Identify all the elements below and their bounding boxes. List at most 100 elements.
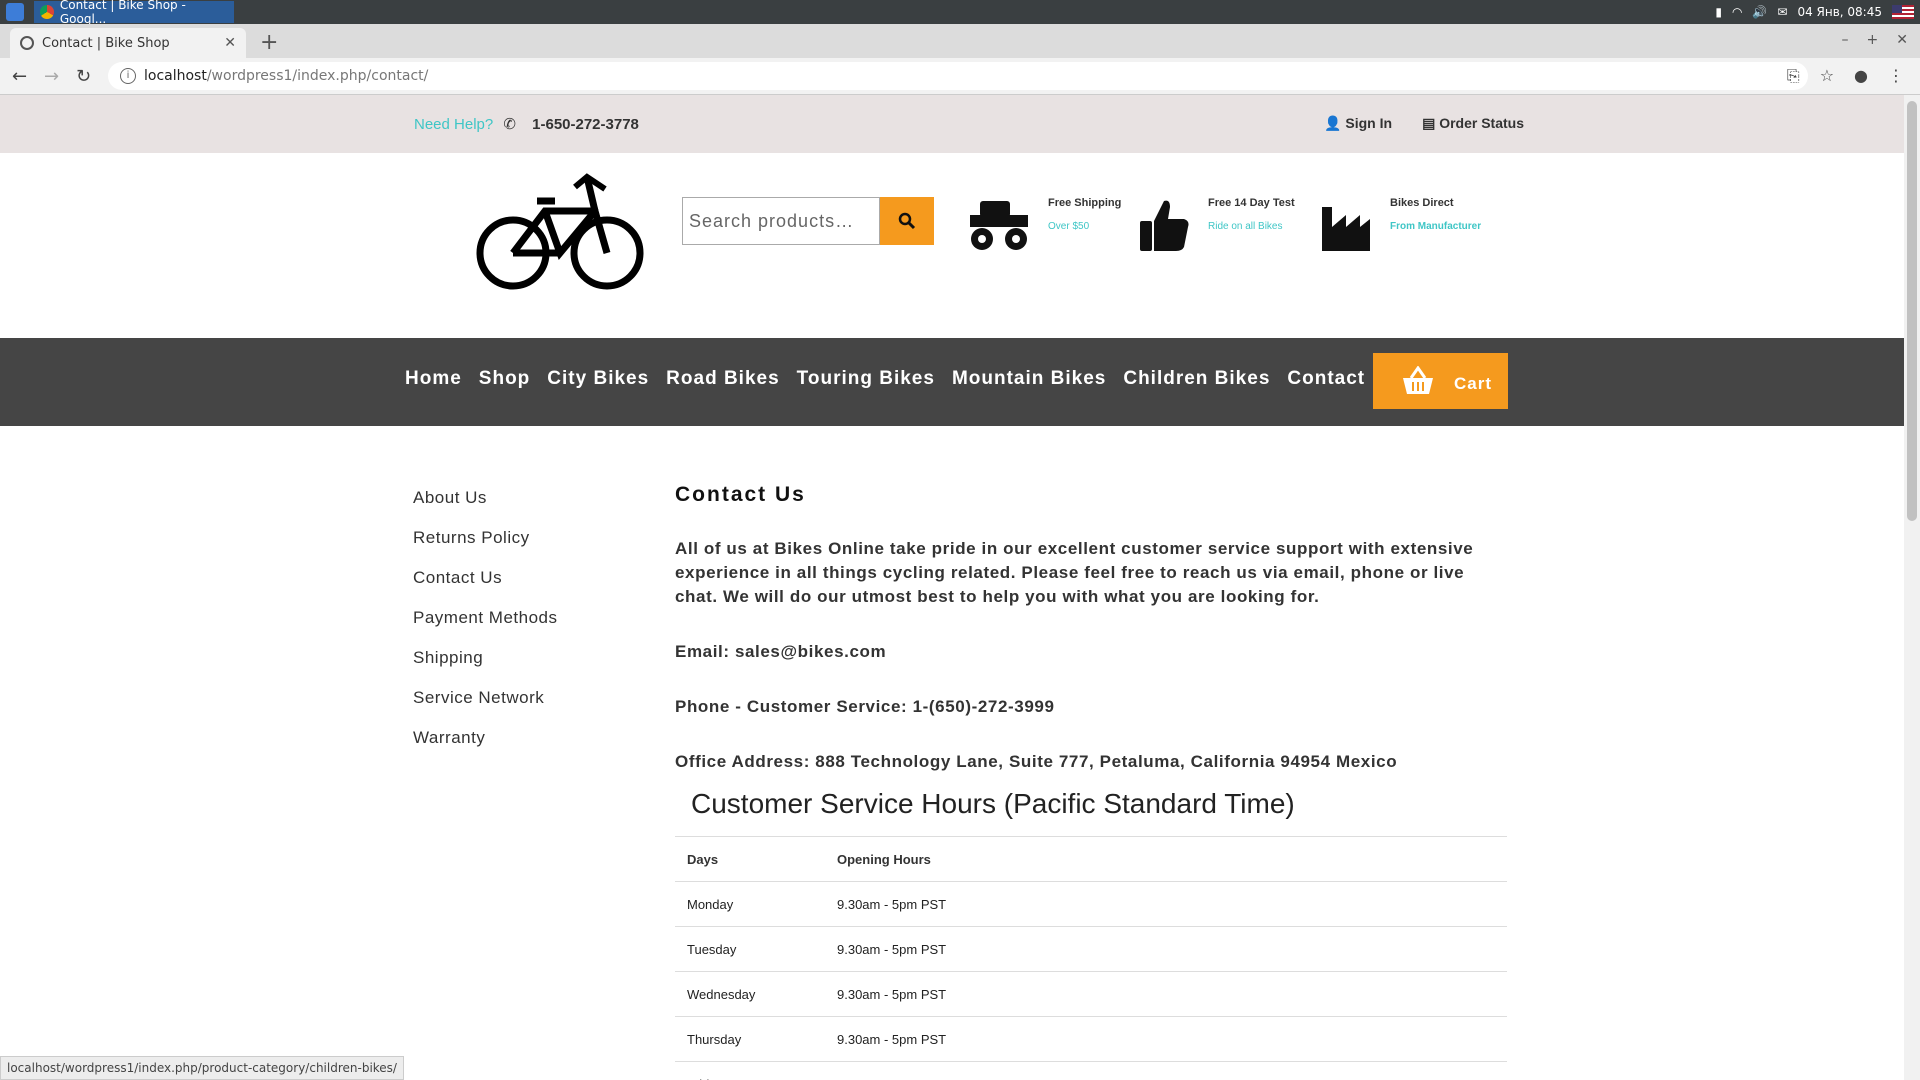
hours-cell: 9.30am - 5pm PST: [825, 1016, 1507, 1062]
main-navigation: Home Shop City Bikes Road Bikes Touring …: [0, 338, 1904, 426]
column-header-hours: Opening Hours: [825, 836, 1507, 882]
sidebar-menu: About Us Returns Policy Contact Us Payme…: [413, 488, 558, 768]
cart-button[interactable]: Cart: [1373, 353, 1508, 409]
day-cell: Thursday: [675, 1016, 825, 1062]
volume-icon[interactable]: 🔊: [1752, 5, 1767, 19]
feature-direct: Bikes Direct From Manufacturer: [1320, 197, 1481, 251]
thumbs-up-icon: [1140, 200, 1189, 251]
wifi-icon[interactable]: ◠: [1732, 5, 1742, 19]
phone-icon: ✆: [503, 116, 516, 133]
nav-home[interactable]: Home: [405, 368, 462, 390]
hours-cell: 9.30am - 5pm PST: [825, 1061, 1507, 1080]
tab-favicon-icon: [20, 36, 34, 50]
flag-icon[interactable]: [1892, 5, 1914, 19]
sidebar-item-warranty[interactable]: Warranty: [413, 728, 558, 768]
sidebar-item-contact-us[interactable]: Contact Us: [413, 568, 558, 608]
tab-close-icon[interactable]: ✕: [224, 35, 236, 51]
browser-tab[interactable]: Contact | Bike Shop ✕: [10, 28, 246, 58]
table-row: Thursday 9.30am - 5pm PST: [675, 1016, 1507, 1062]
hours-cell: 9.30am - 5pm PST: [825, 926, 1507, 972]
sidebar-item-shipping[interactable]: Shipping: [413, 648, 558, 688]
system-tray: ▮ ◠ 🔊 ✉ 04 Янв, 08:45: [1715, 0, 1914, 24]
search-button[interactable]: [880, 197, 934, 245]
phone-line: Phone - Customer Service: 1-(650)-272-39…: [675, 697, 1055, 716]
hours-title: Customer Service Hours (Pacific Standard…: [691, 788, 1295, 819]
day-cell: Tuesday: [675, 926, 825, 972]
chrome-icon: [40, 5, 54, 19]
profile-avatar-icon[interactable]: ●: [1854, 66, 1868, 86]
table-row: Wednesday 9.30am - 5pm PST: [675, 971, 1507, 1017]
nav-links: Home Shop City Bikes Road Bikes Touring …: [405, 368, 1365, 390]
order-status-link[interactable]: ▤ Order Status: [1422, 115, 1524, 132]
user-icon: 👤: [1324, 115, 1342, 131]
nav-city-bikes[interactable]: City Bikes: [547, 368, 649, 390]
taskbar-window-title: Contact | Bike Shop - Googl...: [59, 0, 186, 26]
start-menu-icon[interactable]: [6, 3, 24, 21]
basket-icon: [1403, 366, 1433, 394]
feature-subtitle: Over $50: [1048, 221, 1090, 232]
site-header: Search products… Free Shipping Over $50 …: [0, 153, 1904, 338]
reload-icon[interactable]: ↻: [76, 66, 91, 87]
minimize-icon[interactable]: –: [1842, 32, 1849, 48]
column-header-days: Days: [675, 836, 825, 882]
taskbar-window-chrome[interactable]: Contact | Bike Shop - Googl...: [34, 0, 234, 26]
feature-title: Free 14 Day Test: [1208, 197, 1295, 209]
table-row: Friday9.30am - 5pm PST: [675, 1061, 1507, 1080]
table-row: Monday 9.30am - 5pm PST: [675, 881, 1507, 927]
address-bar[interactable]: i localhost/wordpress1/index.php/contact…: [108, 62, 1808, 90]
toolbar-right: ⎘ ☆ ● ⋮: [1787, 66, 1904, 86]
page-scrollbar[interactable]: [1904, 95, 1920, 1080]
new-tab-button[interactable]: +: [260, 30, 278, 55]
help-phone[interactable]: 1-650-272-3778: [532, 116, 639, 133]
nav-children-bikes[interactable]: Children Bikes: [1123, 368, 1270, 390]
sidebar-item-returns-policy[interactable]: Returns Policy: [413, 528, 558, 568]
table-header-row: Days Opening Hours: [675, 836, 1507, 882]
order-status-label: Order Status: [1439, 115, 1524, 131]
search-input[interactable]: Search products…: [682, 197, 880, 245]
email-line: Email: sales@bikes.com: [675, 642, 887, 661]
info-icon[interactable]: i: [120, 68, 136, 84]
cart-label: Cart: [1454, 374, 1493, 393]
battery-icon[interactable]: ▮: [1715, 5, 1722, 19]
url-host: localhost: [144, 68, 207, 84]
sidebar-item-payment-methods[interactable]: Payment Methods: [413, 608, 558, 648]
back-icon[interactable]: ←: [12, 66, 27, 87]
clock[interactable]: 04 Янв, 08:45: [1797, 5, 1882, 19]
translate-icon[interactable]: ⎘: [1787, 66, 1800, 86]
close-window-icon[interactable]: ✕: [1896, 32, 1908, 48]
sidebar-item-service-network[interactable]: Service Network: [413, 688, 558, 728]
forward-icon[interactable]: →: [44, 66, 59, 87]
hours-cell: 9.30am - 5pm PST: [825, 971, 1507, 1017]
nav-contact[interactable]: Contact: [1287, 368, 1365, 390]
day-cell: Friday: [675, 1061, 825, 1080]
sidebar-item-about-us[interactable]: About Us: [413, 488, 558, 528]
nav-shop[interactable]: Shop: [479, 368, 531, 390]
nav-mountain-bikes[interactable]: Mountain Bikes: [952, 368, 1106, 390]
day-cell: Monday: [675, 881, 825, 927]
table-row: Tuesday 9.30am - 5pm PST: [675, 926, 1507, 972]
url-path: /wordpress1/index.php/contact/: [206, 68, 429, 84]
hours-cell: 9.30am - 5pm PST: [825, 881, 1507, 927]
scrollbar-thumb[interactable]: [1907, 101, 1917, 521]
feature-subtitle: Ride on all Bikes: [1208, 221, 1283, 232]
day-cell: Wednesday: [675, 971, 825, 1017]
sign-in-link[interactable]: 👤 Sign In: [1324, 115, 1392, 132]
feature-title: Bikes Direct: [1390, 197, 1454, 209]
bookmark-star-icon[interactable]: ☆: [1820, 66, 1834, 86]
tab-title: Contact | Bike Shop: [42, 35, 170, 51]
main-content: Contact Us All of us at Bikes Online tak…: [675, 483, 1507, 1080]
mail-icon[interactable]: ✉: [1777, 5, 1787, 19]
nav-road-bikes[interactable]: Road Bikes: [666, 368, 779, 390]
menu-kebab-icon[interactable]: ⋮: [1888, 66, 1904, 86]
feature-shipping: Free Shipping Over $50: [966, 197, 1121, 253]
monster-truck-icon: [970, 201, 1028, 250]
maximize-icon[interactable]: +: [1867, 32, 1879, 48]
factory-icon: [1322, 207, 1370, 251]
feature-title: Free Shipping: [1048, 197, 1122, 209]
bike-logo-icon[interactable]: [475, 167, 645, 291]
page-viewport: Need Help? ✆ 1-650-272-3778 👤 Sign In ▤ …: [0, 95, 1904, 1080]
search-icon: [898, 212, 916, 230]
account-links: 👤 Sign In ▤ Order Status: [1324, 115, 1524, 132]
sign-in-label: Sign In: [1345, 115, 1393, 131]
nav-touring-bikes[interactable]: Touring Bikes: [797, 368, 935, 390]
